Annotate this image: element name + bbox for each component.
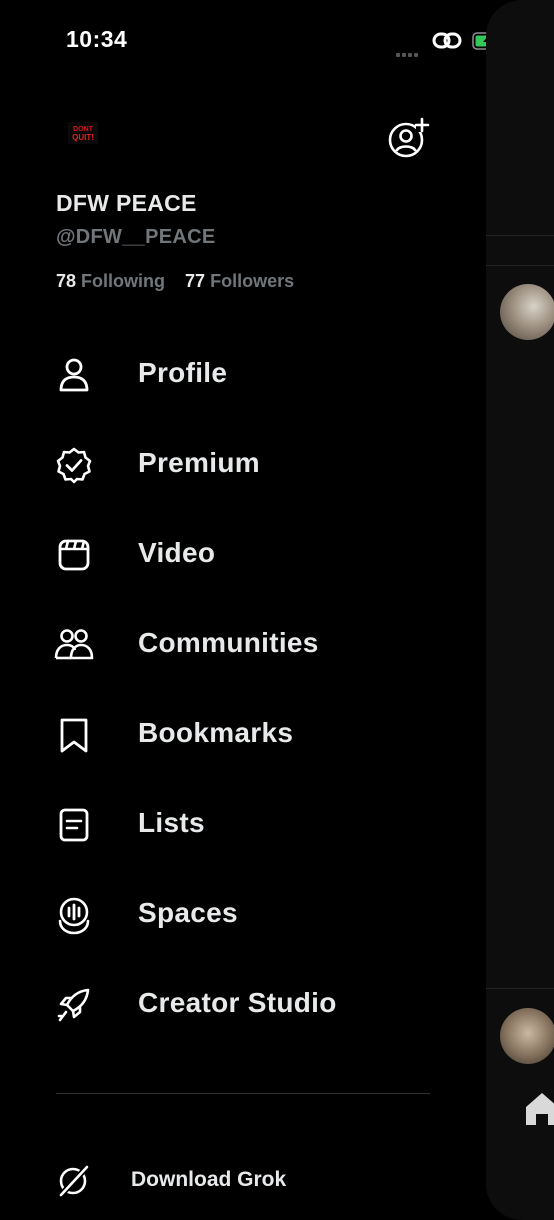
menu-item-bookmarks[interactable]: Bookmarks (0, 690, 484, 780)
menu-item-label: Profile (138, 357, 228, 388)
home-icon[interactable] (522, 1088, 554, 1128)
svg-text:QUIT!: QUIT! (72, 133, 94, 142)
status-bar: 10:34 (0, 0, 554, 80)
avatar[interactable]: DONT QUIT! (58, 108, 108, 158)
menu-item-label: Creator Studio (138, 987, 337, 1018)
followers-link[interactable]: 77 Followers (185, 271, 294, 291)
menu-item-profile[interactable]: Profile (0, 330, 484, 420)
main-timeline-panel[interactable] (486, 0, 554, 1220)
divider (486, 988, 554, 989)
menu-item-label: Bookmarks (138, 717, 294, 748)
menu-item-label: Premium (138, 447, 260, 478)
download-grok-label: Download Grok (131, 1168, 287, 1191)
grok-icon (58, 1164, 90, 1198)
followers-count: 77 (185, 271, 206, 291)
following-count: 78 (56, 271, 77, 291)
menu-item-lists[interactable]: Lists (0, 780, 484, 870)
divider (486, 235, 554, 236)
feed-avatar[interactable] (500, 284, 554, 340)
video-icon (58, 539, 90, 571)
svg-text:DONT: DONT (73, 126, 94, 133)
followers-label: Followers (210, 271, 295, 291)
person-icon (59, 358, 89, 392)
drawer-divider (56, 1093, 430, 1094)
avatar-image: DONT QUIT! (68, 122, 98, 144)
list-icon (59, 808, 89, 842)
communities-icon (54, 629, 94, 660)
divider (486, 265, 554, 266)
menu-item-creator-studio[interactable]: Creator Studio (0, 960, 484, 1050)
navigation-drawer: 10:34 DONT QUIT! DFW PEACE @DFW__PEACE 7… (0, 0, 508, 1200)
user-handle[interactable]: @DFW__PEACE (56, 226, 216, 249)
signal-icon (396, 44, 420, 62)
menu-item-video[interactable]: Video (0, 510, 484, 600)
menu-item-premium[interactable]: Premium (0, 420, 484, 510)
drawer-menu: Profile Premium Video Communities Bookma… (0, 330, 484, 1050)
menu-item-label: Communities (138, 627, 319, 658)
menu-item-communities[interactable]: Communities (0, 600, 484, 690)
menu-item-label: Lists (138, 807, 205, 838)
download-grok-link[interactable]: Download Grok (0, 1150, 484, 1200)
rocket-icon (57, 988, 90, 1022)
menu-item-label: Video (138, 537, 216, 568)
menu-item-label: Spaces (138, 897, 238, 928)
spaces-icon (58, 897, 90, 935)
status-time: 10:34 (66, 26, 128, 52)
verified-badge-icon (56, 447, 92, 484)
follow-counts: 78 Following 77 Followers (56, 271, 294, 292)
link-icon (432, 32, 462, 49)
following-link[interactable]: 78 Following (56, 271, 165, 291)
following-label: Following (81, 271, 166, 291)
add-account-icon[interactable] (386, 116, 430, 160)
bookmark-icon (60, 718, 88, 753)
display-name[interactable]: DFW PEACE (56, 190, 197, 217)
feed-avatar[interactable] (500, 1008, 554, 1064)
menu-item-spaces[interactable]: Spaces (0, 870, 484, 960)
